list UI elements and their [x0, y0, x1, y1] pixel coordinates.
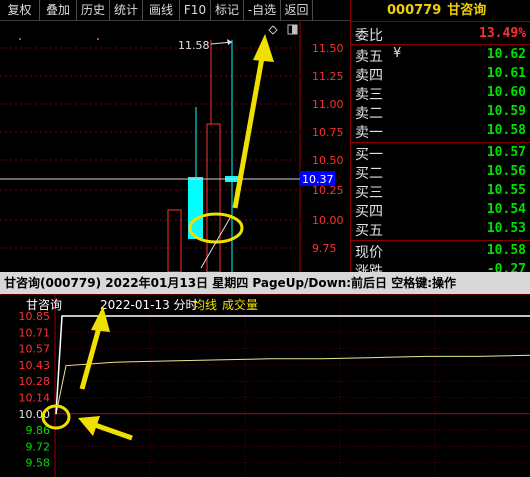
current-price-value: 10.58: [486, 243, 526, 258]
y-tick: 11.50: [312, 42, 344, 55]
candles: [167, 40, 241, 272]
sell-row: 卖三 10.60: [351, 83, 530, 103]
sell-value: 10.62: [486, 47, 526, 62]
buy-row: 买四 10.54: [351, 200, 530, 220]
sell-row: 卖四 10.61: [351, 64, 530, 84]
buy-row: 买二 10.56: [351, 162, 530, 182]
sell-row: 卖五 ¥ 10.62: [351, 45, 530, 65]
stock-name: 甘咨询: [447, 3, 487, 18]
sell-value: 10.61: [486, 66, 526, 81]
y-tick: 10.28: [19, 375, 51, 388]
buy-label: 买四: [355, 204, 383, 220]
sell-label: 卖二: [355, 106, 383, 122]
currency-symbol: ¥: [393, 46, 402, 61]
timeshare-chart[interactable]: 甘咨询 2022-01-13 分时 均线 成交量 10.8510.7110.57…: [0, 294, 530, 477]
buy-value: 10.54: [486, 202, 526, 217]
candle-up: [206, 123, 221, 272]
volume-legend: 成交量: [222, 297, 258, 312]
overlay-button[interactable]: 叠加: [40, 0, 77, 21]
y-tick: 10.71: [19, 326, 51, 339]
change-value: -0.27: [486, 262, 526, 272]
buy-value: 10.56: [486, 164, 526, 179]
kline-chart[interactable]: 11.50 11.25 11.00 10.75 10.50 10.25 10.0…: [0, 22, 350, 272]
draw-line-button[interactable]: 画线: [143, 0, 180, 21]
sell-label: 卖五: [355, 49, 383, 65]
high-price-label: 11.58: [178, 39, 210, 52]
weibi-value: 13.49%: [479, 26, 526, 41]
price-tag-label: 10.37: [302, 173, 334, 186]
back-button[interactable]: 返回: [281, 0, 313, 21]
buy-label: 买三: [355, 185, 383, 201]
status-bar: 甘咨询(000779) 2022年01月13日 星期四 PageUp/Down:…: [0, 272, 530, 294]
weibi-label: 委比: [355, 28, 383, 44]
remove-watchlist-button[interactable]: -自选: [244, 0, 281, 21]
sell-label: 卖一: [355, 125, 383, 141]
y-tick: 10.14: [19, 392, 51, 405]
y-tick: 10.75: [312, 126, 344, 139]
y-tick: 10.43: [19, 359, 51, 372]
marker-dot: [19, 38, 21, 40]
y-tick: 11.00: [312, 98, 344, 111]
buy-value: 10.55: [486, 183, 526, 198]
stock-header: 000779 甘咨询: [351, 0, 530, 22]
diamond-icon[interactable]: [268, 25, 278, 35]
buy-label: 买一: [355, 147, 383, 163]
weibi-row: 委比 13.49%: [351, 22, 530, 44]
y-tick: 9.75: [312, 242, 337, 255]
buy-label: 买五: [355, 223, 383, 239]
buy-row: 买一 10.57: [351, 143, 530, 163]
change-row: 涨跌 -0.27: [351, 260, 530, 272]
y-tick: 9.72: [26, 440, 51, 453]
change-label: 涨跌: [355, 264, 383, 272]
buy-row: 买五 10.53: [351, 219, 530, 239]
y-tick: 9.58: [26, 457, 51, 470]
statistics-button[interactable]: 统计: [110, 0, 143, 21]
chart-toolbar: 复权 叠加 历史 统计 画线 F10 标记 -自选 返回: [0, 0, 350, 21]
marker-dot: [97, 38, 99, 40]
window-icon[interactable]: [287, 24, 298, 35]
sell-row: 卖一 10.58: [351, 121, 530, 141]
current-price-label: 现价: [355, 245, 383, 261]
sell-row: 卖二 10.59: [351, 102, 530, 122]
f10-button[interactable]: F10: [180, 0, 211, 21]
buy-value: 10.53: [486, 221, 526, 236]
avg-line-legend: 均线: [193, 298, 217, 312]
sell-value: 10.58: [486, 123, 526, 138]
annotation-arrow: [232, 34, 274, 209]
candle-up: [167, 209, 182, 272]
stock-code: 000779: [387, 3, 442, 18]
sell-value: 10.59: [486, 104, 526, 119]
timechart-date: 2022-01-13 分时: [100, 298, 198, 312]
y-tick: 10.00: [312, 214, 344, 227]
buy-value: 10.57: [486, 145, 526, 160]
buy-row: 买三 10.55: [351, 181, 530, 201]
sell-label: 卖四: [355, 68, 383, 84]
history-button[interactable]: 历史: [77, 0, 110, 21]
y-tick: 10.85: [19, 310, 51, 323]
y-tick: 10.50: [312, 154, 344, 167]
mark-button[interactable]: 标记: [211, 0, 244, 21]
buy-label: 买二: [355, 166, 383, 182]
sell-value: 10.60: [486, 85, 526, 100]
sell-label: 卖三: [355, 87, 383, 103]
current-price-row: 现价 10.58: [351, 241, 530, 261]
quote-panel: 000779 甘咨询 委比 13.49% 卖五 ¥ 10.62 卖四 10.61 …: [350, 0, 530, 272]
y-tick: 11.25: [312, 70, 344, 83]
y-tick: 10.57: [19, 343, 51, 356]
fuquan-button[interactable]: 复权: [0, 0, 40, 21]
